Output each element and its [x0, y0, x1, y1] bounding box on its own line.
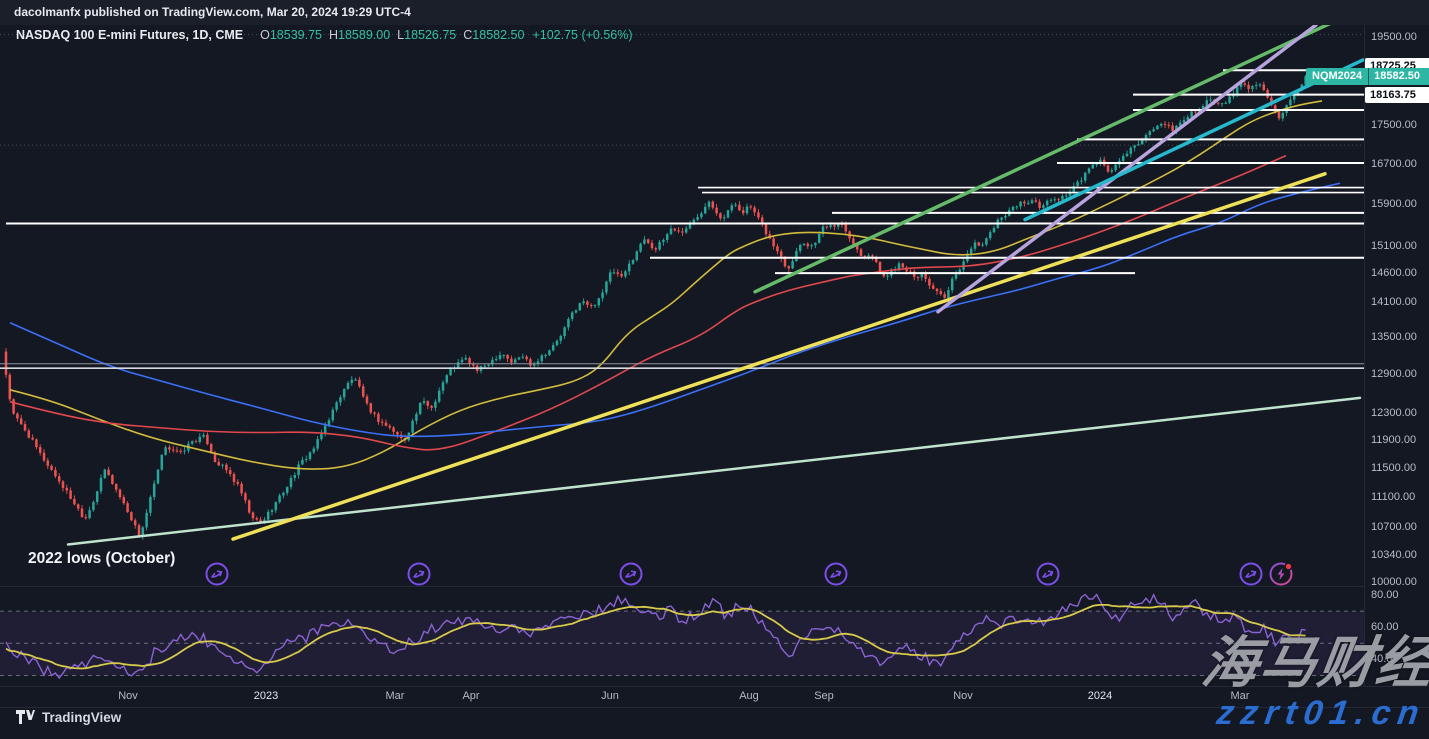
change-value: +102.75 (+0.56%): [532, 28, 632, 42]
current-price-label[interactable]: NQM2024 18582.50: [1306, 68, 1429, 85]
idea-arrow-icon[interactable]: [409, 564, 430, 585]
price-tick: 14100.00: [1371, 296, 1417, 308]
ma-mid-red: [10, 156, 1286, 450]
idea-arrow-icon[interactable]: [826, 564, 847, 585]
rsi-pane: [0, 595, 1364, 679]
symbol-legend[interactable]: NASDAQ 100 E-mini Futures, 1D, CME O18539…: [16, 28, 633, 42]
price-tick: 14600.00: [1371, 267, 1417, 279]
ohlc-close-key: C: [463, 28, 472, 42]
idea-arrow-icon[interactable]: [1241, 564, 1262, 585]
time-tick: 2023: [254, 690, 278, 702]
tradingview-logo-text: TradingView: [42, 710, 121, 725]
rsi-tick: 80.00: [1371, 589, 1399, 601]
time-tick: Apr: [462, 690, 479, 702]
price-axis-border: [1364, 25, 1365, 686]
contract-symbol: NQM2024: [1306, 68, 1369, 85]
idea-arrow-icon[interactable]: [207, 564, 228, 585]
trendline-mint[interactable]: [68, 398, 1360, 545]
ohlc-low-value: 18526.75: [404, 28, 456, 42]
price-tick: 11900.00: [1371, 434, 1416, 446]
price-tick: 19500.00: [1371, 31, 1417, 43]
ohlc-high-key: H: [329, 28, 338, 42]
tradingview-attribution[interactable]: TradingView: [16, 709, 121, 725]
price-tick: 15100.00: [1371, 240, 1417, 252]
symbol-title[interactable]: NASDAQ 100 E-mini Futures, 1D, CME: [16, 28, 243, 42]
time-tick: Nov: [953, 690, 973, 702]
ohlc-close-value: 18582.50: [472, 28, 524, 42]
pane-separator[interactable]: [0, 586, 1364, 587]
price-tick: 16700.00: [1371, 158, 1417, 170]
price-tick: 17500.00: [1371, 119, 1417, 131]
main-pane: [0, 22, 1364, 584]
time-tick: Jun: [601, 690, 619, 702]
chart-annotation-2022-lows[interactable]: 2022 lows (October): [28, 550, 175, 568]
watermark-url: zzrt01.cn: [1214, 694, 1428, 733]
ohlc-high-value: 18589.00: [338, 28, 390, 42]
tradingview-chart-window: dacolmanfx published on TradingView.com,…: [0, 0, 1429, 739]
ohlc-open-key: O: [260, 28, 270, 42]
price-tick: 10340.00: [1371, 549, 1417, 561]
price-tick: 11100.00: [1371, 491, 1415, 503]
watermark-chinese: 海马财经: [1197, 618, 1429, 699]
time-tick: 2024: [1088, 690, 1112, 702]
flash-notification-icon[interactable]: [1271, 563, 1292, 584]
price-tick: 11500.00: [1371, 462, 1416, 474]
price-tick: 12900.00: [1371, 368, 1417, 380]
price-tick: 12300.00: [1371, 407, 1417, 419]
ma-fast-yellow: [10, 101, 1322, 469]
time-tick: Nov: [118, 690, 138, 702]
tradingview-logo-icon: [16, 709, 35, 725]
event-icons-row: [207, 563, 1292, 584]
idea-arrow-icon[interactable]: [621, 564, 642, 585]
ma-slow-blue: [10, 183, 1340, 436]
ohlc-open-value: 18539.75: [270, 28, 322, 42]
price-tick: 13500.00: [1371, 331, 1417, 343]
time-tick: Aug: [739, 690, 759, 702]
price-tick: 15900.00: [1371, 198, 1417, 210]
trendline-lavender[interactable]: [938, 25, 1316, 312]
price-line-label-lower[interactable]: 18163.75: [1365, 87, 1429, 103]
current-price-value: 18582.50: [1369, 68, 1429, 85]
idea-arrow-icon[interactable]: [1038, 564, 1059, 585]
footer-top-border: [0, 707, 1429, 708]
time-tick: Mar: [386, 690, 405, 702]
price-tick: 10000.00: [1371, 576, 1417, 588]
price-tick: 10700.00: [1371, 521, 1417, 533]
trendline-yellow[interactable]: [233, 174, 1325, 539]
time-tick: Sep: [814, 690, 834, 702]
